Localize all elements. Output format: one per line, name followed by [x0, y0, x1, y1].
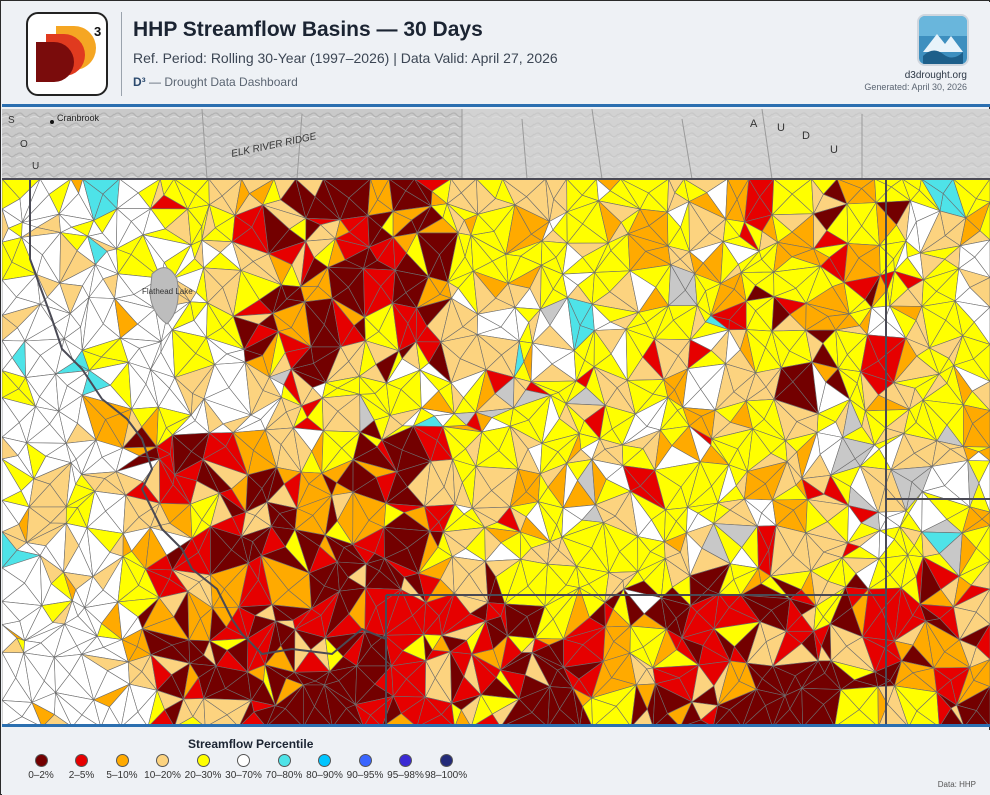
legend-swatch	[399, 754, 412, 767]
basemap-letter: O	[20, 139, 28, 150]
page-title: HHP Streamflow Basins — 30 Days	[133, 18, 483, 41]
header: 3 HHP Streamflow Basins — 30 Days Ref. P…	[2, 2, 990, 107]
legend-swatch	[277, 754, 291, 767]
data-source: Data: HHP	[937, 780, 976, 789]
page-subtitle: Ref. Period: Rolling 30-Year (1997–2026)…	[133, 50, 558, 66]
legend-footer: Streamflow Percentile 0–2% 2–5% 5–10% 10–20…	[2, 730, 990, 795]
dashboard-frame: 3 HHP Streamflow Basins — 30 Days Ref. P…	[0, 0, 990, 795]
basemap-letter: U	[830, 144, 838, 156]
plains-basemap	[462, 109, 990, 179]
header-divider	[121, 12, 122, 96]
legend-swatch	[75, 754, 88, 767]
legend-swatch	[196, 754, 210, 767]
dashboard-label: — Drought Data Dashboard	[145, 75, 298, 89]
legend-item: 98–100%	[421, 754, 471, 781]
logo-superscript: 3	[94, 24, 101, 39]
legend-swatch	[115, 754, 129, 767]
mountain-wave-icon	[919, 16, 967, 64]
basemap-letter: D	[802, 130, 810, 142]
legend-swatch	[156, 754, 169, 767]
d3-logo: 3	[26, 12, 108, 96]
basemap-letter: A	[750, 118, 758, 130]
dashboard-mark: D³	[133, 75, 146, 89]
legend-swatch	[318, 754, 331, 767]
partner-logo[interactable]	[917, 14, 969, 66]
lake-label: Flathead Lake	[142, 287, 193, 296]
legend-swatch	[439, 754, 453, 767]
legend-label: 98–100%	[424, 770, 468, 781]
legend-swatch	[34, 754, 48, 767]
legend-title: Streamflow Percentile	[188, 737, 314, 751]
legend-swatch	[358, 754, 372, 767]
basin-map-svg[interactable]: Cranbrook ELK RIVER RIDGE S O U A U D U …	[2, 109, 990, 727]
generated-date: Generated: April 30, 2026	[864, 82, 967, 92]
basemap-letter: U	[32, 161, 39, 172]
city-label-cranbrook: Cranbrook	[57, 113, 100, 123]
basemap-letter: U	[777, 122, 785, 134]
basin-polygons[interactable]	[2, 177, 990, 727]
city-marker	[50, 120, 54, 124]
dashboard-caption: D³ — Drought Data Dashboard	[133, 75, 298, 89]
site-link[interactable]: d3drought.org	[905, 70, 967, 81]
legend-swatch	[237, 754, 250, 767]
streamflow-map[interactable]: Cranbrook ELK RIVER RIDGE S O U A U D U …	[2, 109, 990, 727]
d3-logo-icon: 3	[36, 24, 101, 82]
basemap-letter: S	[8, 115, 15, 126]
